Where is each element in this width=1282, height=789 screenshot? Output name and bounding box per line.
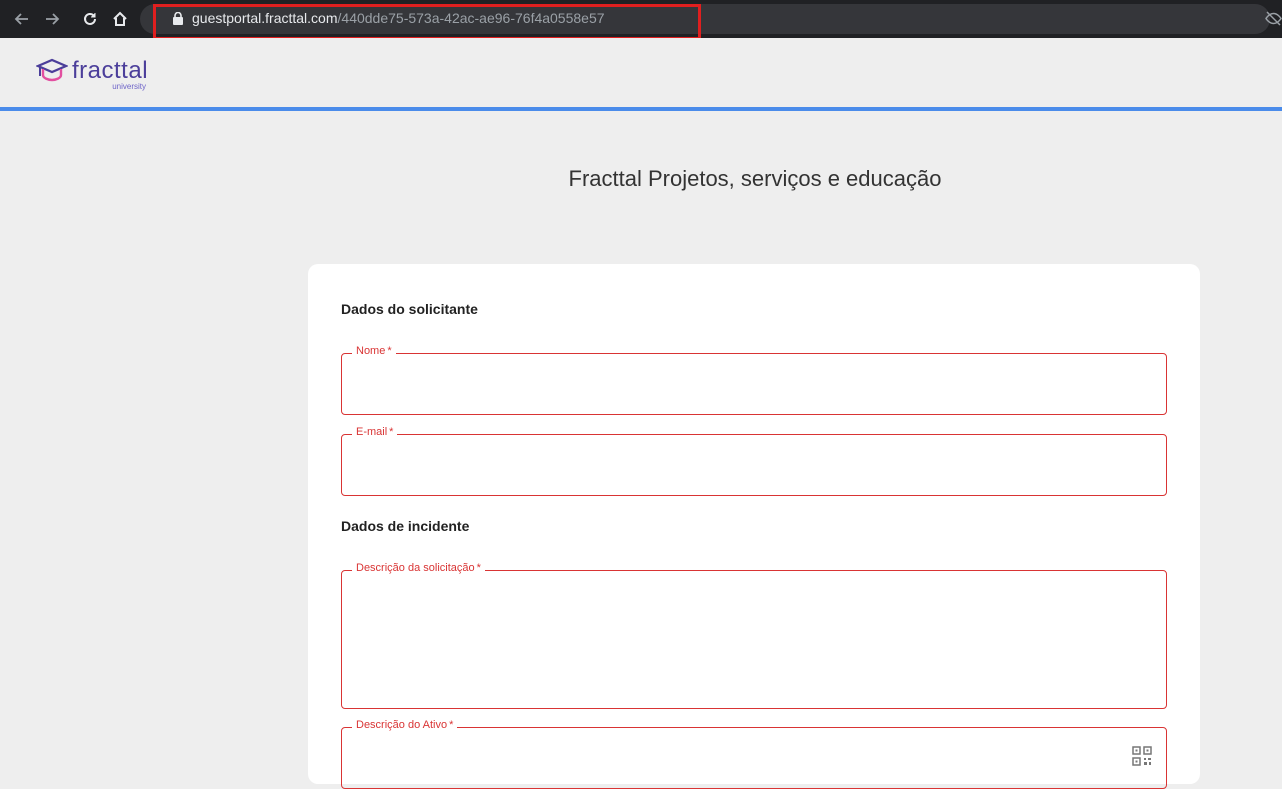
logo-subtitle: university xyxy=(112,82,147,91)
asset-description-field[interactable]: Descrição do Ativo * xyxy=(341,719,1167,789)
app-header: fracttal university xyxy=(0,38,1282,108)
fracttal-logo[interactable]: fracttal university xyxy=(35,57,149,92)
section-title-requester: Dados do solicitante xyxy=(341,301,478,317)
email-field-label: E-mail * xyxy=(352,426,398,438)
section-title-incident: Dados de incidente xyxy=(341,518,470,534)
home-icon[interactable] xyxy=(110,9,130,29)
reload-icon[interactable] xyxy=(80,9,100,29)
url-highlight-box xyxy=(153,4,701,40)
request-description-label: Descrição da solicitação * xyxy=(352,562,485,574)
asset-description-label: Descrição do Ativo * xyxy=(352,719,458,731)
eye-off-icon[interactable] xyxy=(1265,10,1282,27)
email-field[interactable]: E-mail * xyxy=(341,426,1167,496)
logo-wordmark: fracttal university xyxy=(72,57,149,92)
page-title: Fracttal Projetos, serviços e educação xyxy=(568,166,942,191)
header-divider xyxy=(0,107,1282,111)
request-description-field[interactable]: Descrição da solicitação * xyxy=(341,562,1167,709)
request-form: Dados do solicitante Nome * E-mail * Dados… xyxy=(308,264,1200,789)
name-field-label: Nome * xyxy=(352,345,396,357)
forward-icon[interactable] xyxy=(42,9,62,29)
qr-code-icon[interactable] xyxy=(1132,746,1152,766)
name-field[interactable]: Nome * xyxy=(341,345,1167,415)
logo-name: fracttal xyxy=(72,57,149,84)
graduation-cap-icon xyxy=(35,58,69,84)
back-icon[interactable] xyxy=(12,9,32,29)
